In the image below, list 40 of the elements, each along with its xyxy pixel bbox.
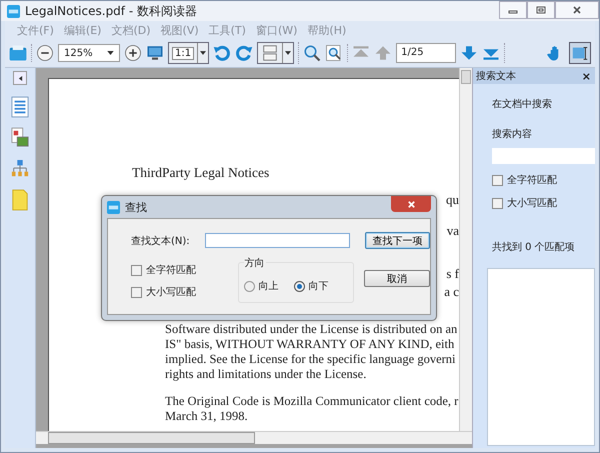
paragraph-line: rights and limitations under the License.: [165, 367, 368, 382]
radio-label: 向上: [258, 280, 278, 293]
paragraph-line: The Original Code is Mozilla Communicator client code, r: [165, 394, 459, 409]
page-field[interactable]: 1/25: [396, 43, 456, 63]
cancel-button[interactable]: 取消: [364, 270, 430, 287]
menu-item[interactable]: 工具(T): [208, 22, 246, 38]
zoom-combo[interactable]: 125%: [58, 44, 120, 62]
panel-title: 搜索文本: [476, 70, 516, 83]
group-label: 方向: [244, 256, 266, 270]
find-next-button[interactable]: 查找下一项: [365, 232, 430, 249]
panel-close-button[interactable]: ×: [582, 70, 591, 82]
menu-item[interactable]: 文件(F): [17, 22, 54, 38]
window-title: LegalNotices.pdf - 数科阅读器: [25, 2, 197, 20]
menu-item[interactable]: 视图(V): [160, 22, 199, 38]
checkbox-label: 全字符匹配: [507, 174, 557, 187]
checkbox-label: 大小写匹配: [507, 196, 557, 210]
text-fragment: a c: [444, 284, 459, 300]
menu-item[interactable]: 帮助(H): [307, 22, 346, 38]
text-fragment: qu: [446, 192, 459, 208]
text-fragment: va: [446, 223, 459, 239]
text-fragment: s f: [446, 266, 459, 282]
search-label: 搜索内容: [492, 128, 533, 141]
checkbox-label: 大小写匹配: [146, 286, 196, 299]
paragraph-line: implied. See the License for the specific language governi: [165, 352, 457, 367]
menu-item[interactable]: 编辑(E): [64, 22, 102, 38]
zoom-value: 125%: [64, 48, 93, 58]
find-label: 查找文本(N):: [131, 234, 191, 248]
paragraph-line: Software distributed under the License is distributed on an: [165, 322, 458, 337]
paragraph-line: March 31, 1998.: [165, 409, 249, 424]
menu-item[interactable]: 文档(D): [111, 22, 151, 38]
checkbox-label: 全字符匹配: [146, 264, 196, 277]
menu-item[interactable]: 窗口(W): [256, 22, 298, 38]
fit-label: 1:1: [172, 46, 194, 60]
result-count: 共找到 0 个匹配项: [492, 240, 576, 254]
panel-subtitle: 在文档中搜索: [492, 98, 553, 111]
paragraph-line: IS" basis, WITHOUT WARRANTY OF ANY KIND, eith: [165, 337, 456, 352]
document-heading: ThirdParty Legal Notices: [132, 165, 270, 181]
radio-label: 向下: [308, 280, 328, 293]
fit-button[interactable]: 1:1: [168, 42, 210, 64]
dialog-title: 查找: [125, 200, 147, 214]
